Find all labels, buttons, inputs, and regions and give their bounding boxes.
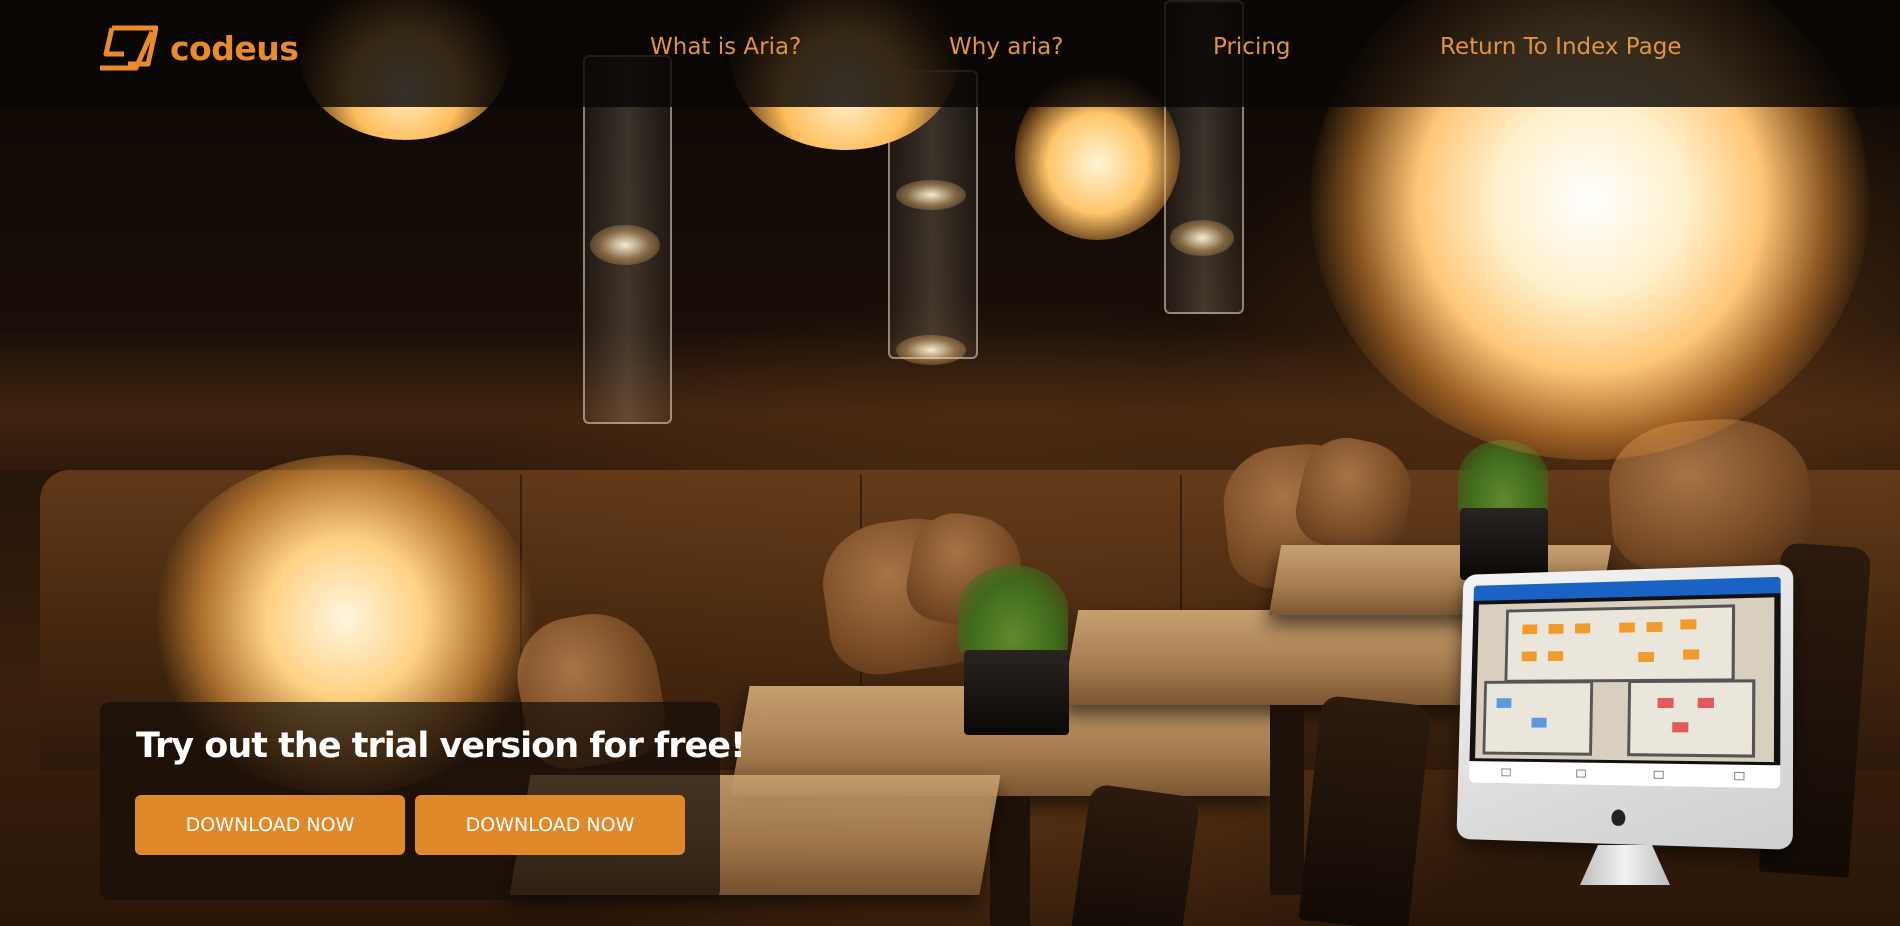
floor-plan-table [1496,698,1512,708]
nav-link-why-aria[interactable]: Why aria? [949,34,1063,60]
floor-plan-table [1657,697,1674,709]
app-tab-icon [1575,769,1586,778]
app-tab-icon [1653,770,1664,779]
floor-plan-image [1475,597,1775,763]
floor-plan-table [1638,651,1655,663]
floor-plan-table [1682,649,1700,660]
nav-link-pricing[interactable]: Pricing [1213,34,1291,60]
floor-plan-room [1627,679,1756,758]
table-leg [1270,705,1304,895]
imac-mockup-image [1430,560,1800,900]
app-tab-icon [1500,768,1511,777]
floor-plan-table [1672,722,1689,733]
lamp-glow [1170,220,1234,256]
floor-plan-table [1680,619,1697,630]
site-header: codeus What is Aria? Why aria? Pricing R… [0,0,1900,107]
floor-plan-table [1547,651,1564,662]
table-leg [990,796,1030,926]
plant-pot [964,650,1069,735]
main-nav: What is Aria? Why aria? Pricing Return T… [0,34,1900,74]
lamp-glow [896,180,966,210]
table-top [1061,610,1479,705]
app-tab-bar [1468,761,1781,789]
plant [958,565,1068,655]
floor-plan-table [1522,624,1538,635]
chair [1069,783,1201,926]
floor-plan-table [1574,623,1591,634]
floor-plan-table [1697,697,1715,709]
chair [1298,694,1432,926]
download-now-button[interactable]: DOWNLOAD NOW [135,795,405,855]
imac-body [1456,564,1794,850]
imac-chin [1456,790,1793,850]
floor-plan-room [1504,604,1736,683]
download-now-button-secondary[interactable]: DOWNLOAD NOW [415,795,685,855]
imac-stand [1580,845,1670,885]
trial-cta-panel: Try out the trial version for free! DOWN… [100,702,746,900]
floor-plan-table [1619,622,1635,633]
apple-logo-icon [1611,809,1626,826]
cta-headline: Try out the trial version for free! [136,726,746,766]
floor-plan-table [1531,717,1547,728]
imac-screen [1468,576,1781,789]
floor-plan-table [1548,623,1564,634]
app-tab-icon [1733,771,1745,781]
nav-link-return-to-index[interactable]: Return To Index Page [1440,34,1681,60]
lamp-glow [896,335,966,365]
floor-plan-table [1521,651,1537,662]
lamp-glow [590,225,660,265]
floor-plan-table [1646,621,1663,633]
nav-link-what-is-aria[interactable]: What is Aria? [650,34,801,60]
